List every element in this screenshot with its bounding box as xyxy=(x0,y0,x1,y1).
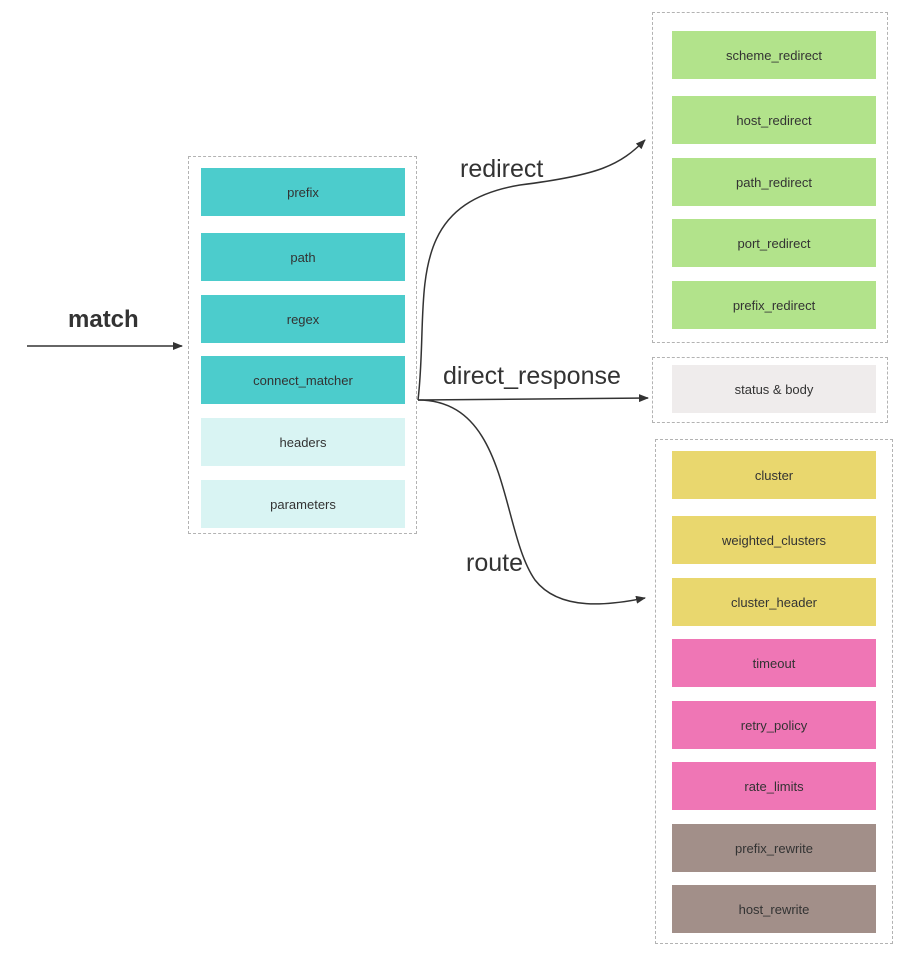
match-item-path: path xyxy=(201,233,405,281)
direct-response-label: direct_response xyxy=(443,362,621,390)
route-group: cluster weighted_clusters cluster_header… xyxy=(655,439,893,944)
redirect-label: redirect xyxy=(460,155,544,183)
match-item-prefix: prefix xyxy=(201,168,405,216)
route-item-cluster: cluster xyxy=(672,451,876,499)
direct-response-item-status-body: status & body xyxy=(672,365,876,413)
redirect-item-host-redirect: host_redirect xyxy=(672,96,876,144)
match-group: prefix path regex connect_matcher header… xyxy=(188,156,417,534)
match-item-regex: regex xyxy=(201,295,405,343)
route-item-rate-limits: rate_limits xyxy=(672,762,876,810)
direct-response-group: status & body xyxy=(652,357,888,423)
route-item-weighted-clusters: weighted_clusters xyxy=(672,516,876,564)
route-item-timeout: timeout xyxy=(672,639,876,687)
route-item-retry-policy: retry_policy xyxy=(672,701,876,749)
route-item-host-rewrite: host_rewrite xyxy=(672,885,876,933)
match-item-parameters: parameters xyxy=(201,480,405,528)
redirect-item-scheme-redirect: scheme_redirect xyxy=(672,31,876,79)
match-item-connect-matcher: connect_matcher xyxy=(201,356,405,404)
direct-response-arrow xyxy=(417,394,649,403)
route-item-prefix-rewrite: prefix_rewrite xyxy=(672,824,876,872)
route-item-cluster-header: cluster_header xyxy=(672,578,876,626)
route-arrow xyxy=(417,399,646,605)
redirect-group: scheme_redirect host_redirect path_redir… xyxy=(652,12,888,343)
route-label: route xyxy=(466,549,523,577)
match-label: match xyxy=(68,306,139,333)
redirect-item-path-redirect: path_redirect xyxy=(672,158,876,206)
match-item-headers: headers xyxy=(201,418,405,466)
redirect-item-port-redirect: port_redirect xyxy=(672,219,876,267)
redirect-item-prefix-redirect: prefix_redirect xyxy=(672,281,876,329)
